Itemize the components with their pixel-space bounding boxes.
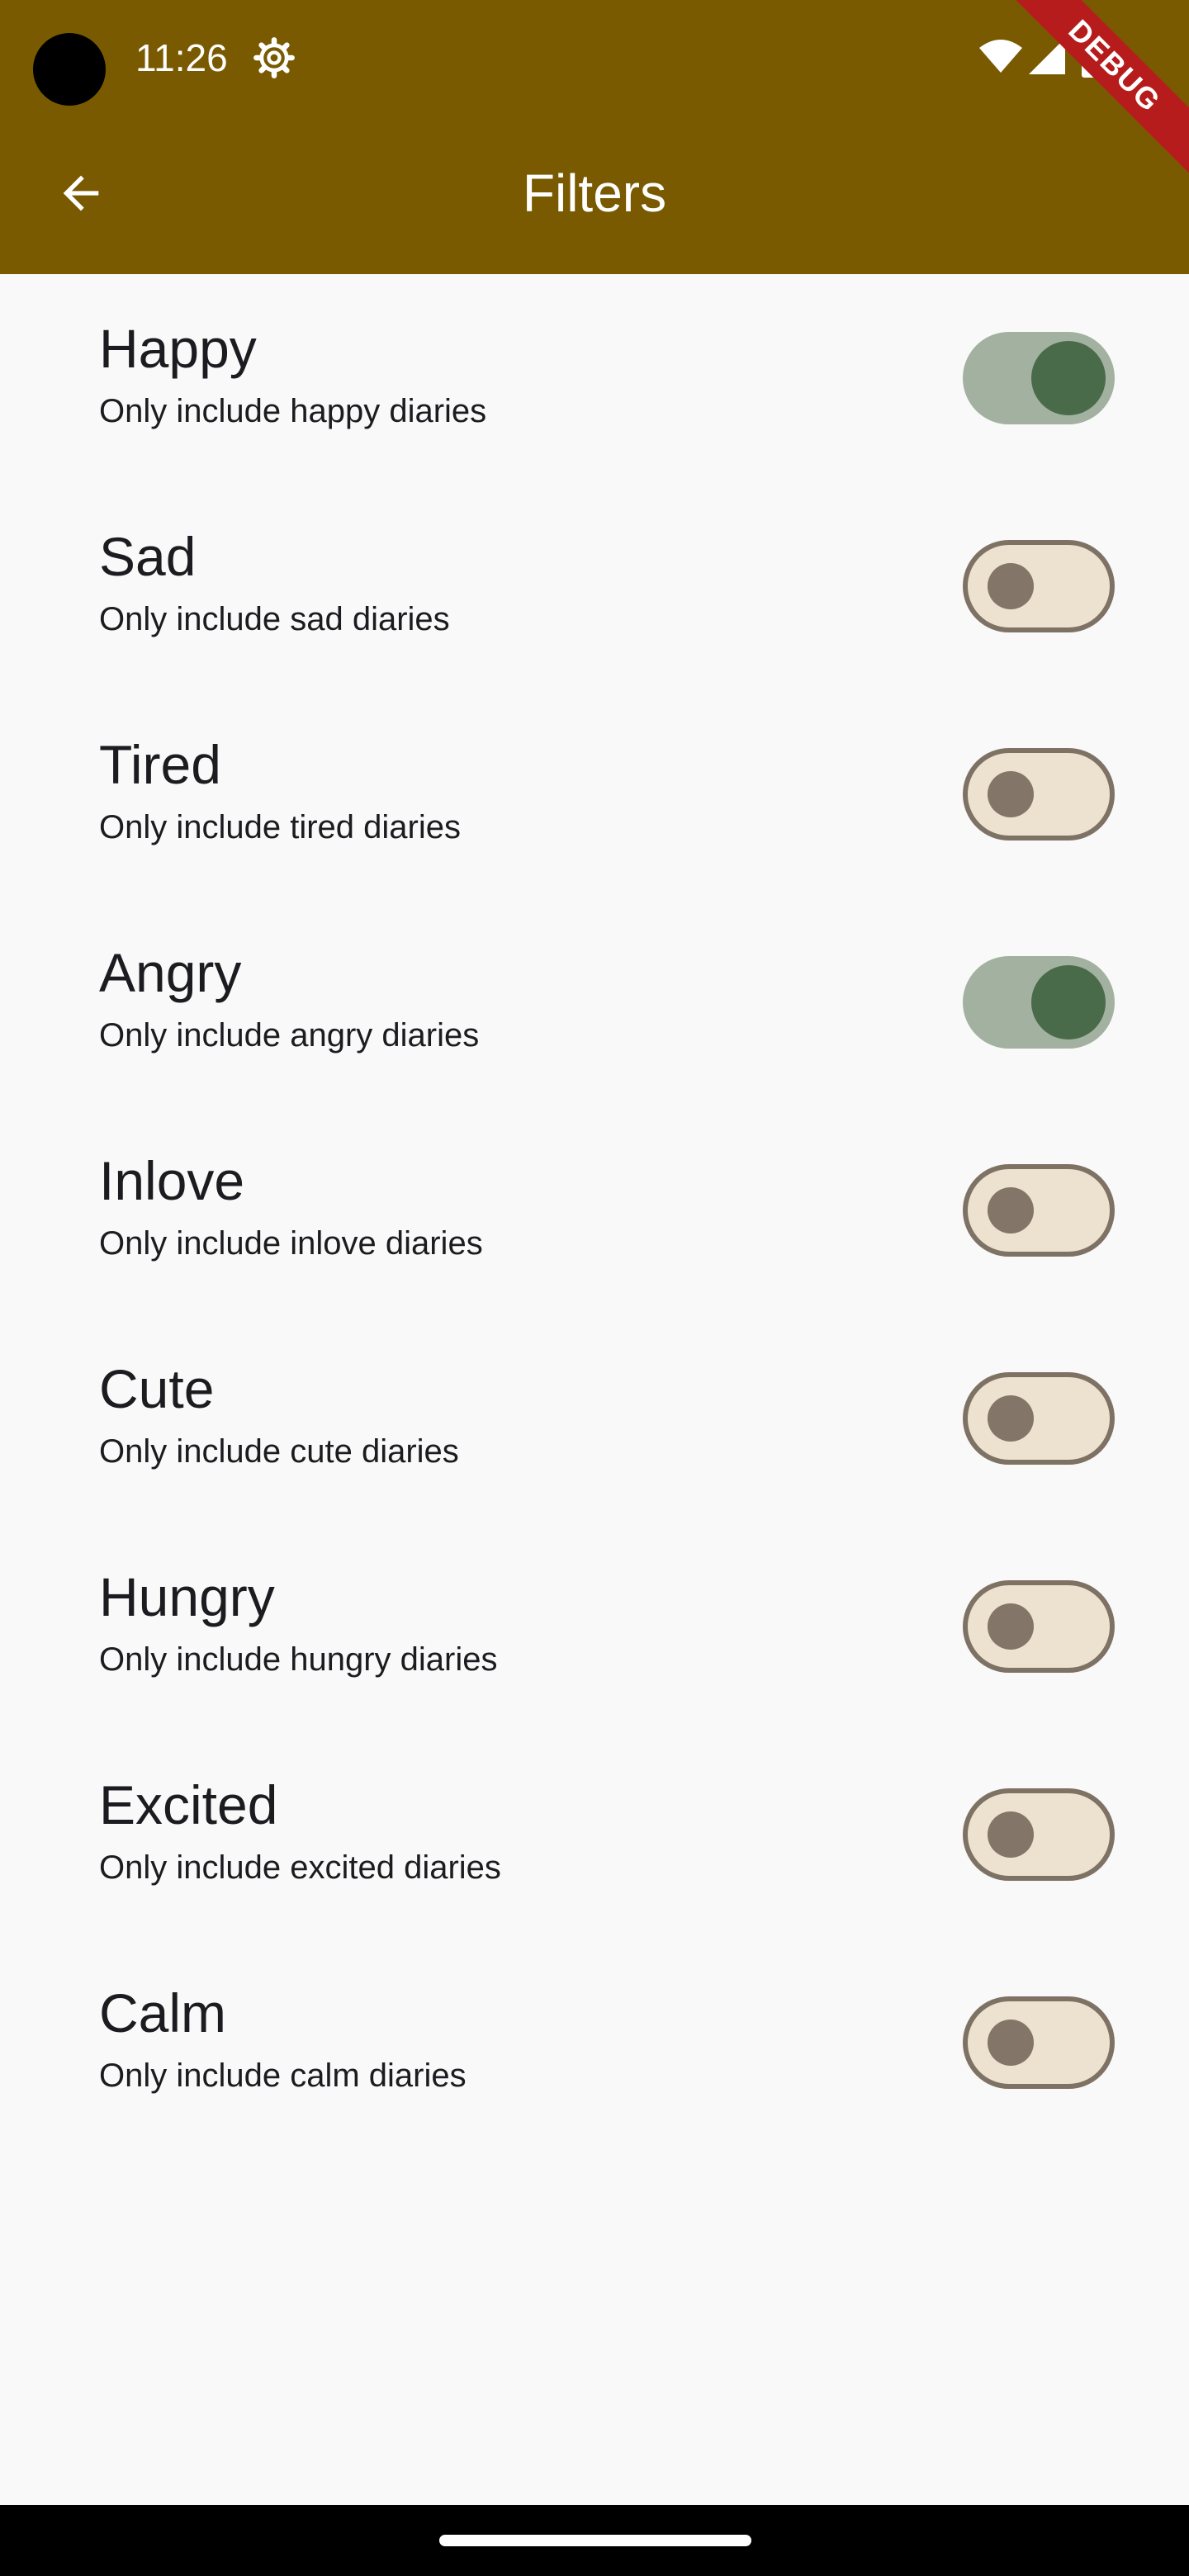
filter-row-angry[interactable]: Angry Only include angry diaries bbox=[0, 898, 1189, 1106]
filter-subtitle: Only include angry diaries bbox=[99, 1017, 480, 1054]
filter-title: Angry bbox=[99, 942, 242, 1003]
filter-title: Tired bbox=[99, 734, 221, 795]
home-indicator[interactable] bbox=[439, 2535, 751, 2546]
filter-row-hungry[interactable]: Hungry Only include hungry diaries bbox=[0, 1522, 1189, 1731]
filter-title: Sad bbox=[99, 526, 197, 587]
angry-switch[interactable] bbox=[963, 956, 1115, 1049]
filter-row-excited[interactable]: Excited Only include excited diaries bbox=[0, 1731, 1189, 1939]
system-nav-bar bbox=[0, 2505, 1189, 2576]
status-bar: 11:26 bbox=[0, 0, 1189, 116]
cute-switch[interactable] bbox=[963, 1372, 1115, 1465]
filter-subtitle: Only include sad diaries bbox=[99, 601, 450, 637]
filter-row-cute[interactable]: Cute Only include cute diaries bbox=[0, 1314, 1189, 1522]
filter-title: Hungry bbox=[99, 1566, 275, 1627]
sad-switch[interactable] bbox=[963, 540, 1115, 632]
filter-subtitle: Only include cute diaries bbox=[99, 1433, 459, 1470]
switch-thumb bbox=[988, 1811, 1034, 1858]
filter-title: Excited bbox=[99, 1774, 278, 1835]
switch-thumb bbox=[988, 1187, 1034, 1234]
filter-row-sad[interactable]: Sad Only include sad diaries bbox=[0, 482, 1189, 690]
switch-thumb bbox=[988, 563, 1034, 609]
switch-thumb bbox=[988, 1395, 1034, 1442]
status-time: 11:26 bbox=[135, 36, 228, 79]
camera-cutout bbox=[33, 33, 106, 106]
filter-subtitle: Only include calm diaries bbox=[99, 2057, 467, 2094]
filter-subtitle: Only include inlove diaries bbox=[99, 1225, 483, 1262]
switch-thumb bbox=[1031, 965, 1106, 1039]
switch-thumb bbox=[1031, 341, 1106, 415]
filter-row-happy[interactable]: Happy Only include happy diaries bbox=[0, 274, 1189, 482]
app-bar: 11:26 DEBUG Filters bbox=[0, 0, 1189, 274]
switch-thumb bbox=[988, 2020, 1034, 2066]
filter-subtitle: Only include happy diaries bbox=[99, 393, 487, 429]
switch-thumb bbox=[988, 771, 1034, 817]
filter-list: Happy Only include happy diaries Sad Onl… bbox=[0, 274, 1189, 2147]
hungry-switch[interactable] bbox=[963, 1580, 1115, 1673]
filter-subtitle: Only include excited diaries bbox=[99, 1849, 501, 1886]
filter-title: Cute bbox=[99, 1358, 215, 1419]
filter-title: Inlove bbox=[99, 1150, 245, 1211]
filter-title: Calm bbox=[99, 1982, 227, 2043]
wifi-icon bbox=[979, 40, 1022, 73]
calm-switch[interactable] bbox=[963, 1996, 1115, 2089]
filter-row-calm[interactable]: Calm Only include calm diaries bbox=[0, 1939, 1189, 2147]
filter-title: Happy bbox=[99, 318, 257, 379]
switch-thumb bbox=[988, 1603, 1034, 1650]
tired-switch[interactable] bbox=[963, 748, 1115, 841]
gear-icon bbox=[253, 37, 295, 78]
filter-row-inlove[interactable]: Inlove Only include inlove diaries bbox=[0, 1106, 1189, 1314]
filter-subtitle: Only include tired diaries bbox=[99, 809, 461, 845]
filter-subtitle: Only include hungry diaries bbox=[99, 1641, 498, 1678]
filter-row-tired[interactable]: Tired Only include tired diaries bbox=[0, 690, 1189, 898]
inlove-switch[interactable] bbox=[963, 1164, 1115, 1257]
happy-switch[interactable] bbox=[963, 332, 1115, 424]
page-title: Filters bbox=[522, 163, 667, 223]
excited-switch[interactable] bbox=[963, 1788, 1115, 1881]
